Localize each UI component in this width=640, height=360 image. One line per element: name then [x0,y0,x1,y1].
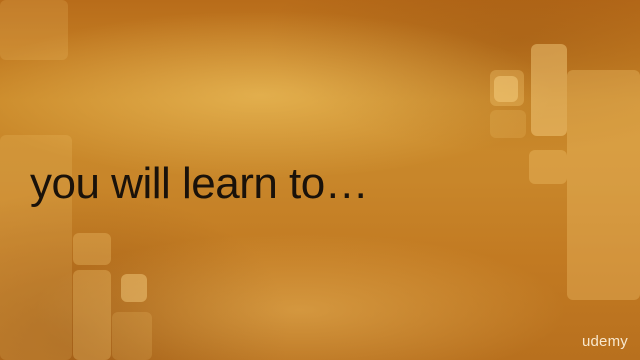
decorative-square [567,70,640,300]
decorative-square [529,150,567,184]
decorative-square [0,0,68,60]
decorative-square [73,270,111,360]
decorative-square [73,233,111,265]
slide-headline: you will learn to… [30,159,369,208]
udemy-logo: udemy [581,333,628,350]
decorative-square [490,110,526,138]
decorative-square [112,312,152,360]
slide-canvas: you will learn to… udemy [0,0,640,360]
decorative-square [121,274,147,302]
decorative-square [494,76,518,102]
decorative-square [531,44,567,136]
